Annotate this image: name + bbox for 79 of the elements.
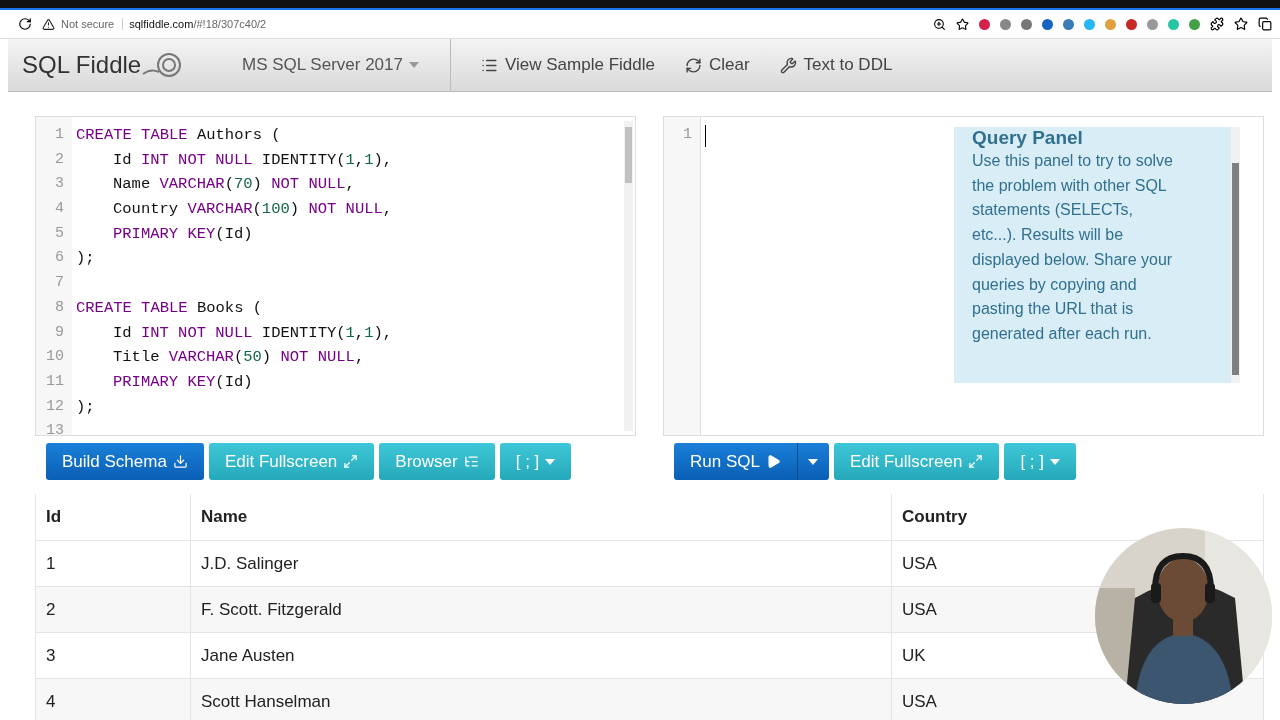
extension-icon[interactable]	[979, 18, 990, 30]
line-number: 12	[45, 396, 65, 417]
help-text: Use this panel to try to solve the problem with other SQL statements (SELECTs, etc...). Results will be displayed below. Share your queries by copying and pasting the URL that is generated after each run.	[972, 151, 1174, 344]
line-number: 3	[54, 174, 65, 195]
extension-icon[interactable]	[1042, 18, 1053, 30]
column-header: Id	[35, 494, 191, 541]
download-icon	[172, 454, 188, 469]
table-cell: 2	[35, 586, 191, 633]
extension-icon[interactable]	[1063, 18, 1074, 30]
code-line: Country VARCHAR(100) NOT NULL,	[113, 200, 393, 219]
caret-icon	[545, 458, 556, 465]
schema-editor[interactable]	[35, 116, 636, 436]
code-line: Id INT NOT NULL IDENTITY(1,1),	[113, 150, 393, 169]
primary-button[interactable]: Build Schema	[46, 443, 204, 480]
scrollbar[interactable]	[624, 121, 633, 431]
table-cell: 4	[35, 678, 191, 720]
zoom-icon[interactable]	[933, 17, 946, 31]
code-line: );	[76, 249, 95, 268]
tree-list-icon	[463, 454, 479, 469]
help-title: Query Panel	[972, 127, 1084, 149]
warning-icon	[42, 17, 55, 31]
dropdown-toggle[interactable]	[796, 443, 829, 480]
line-number: 13	[45, 421, 65, 435]
table-cell: F. Scott. Fitzgerald	[190, 586, 892, 633]
code-line: PRIMARY KEY(Id)	[113, 224, 253, 243]
code-line: PRIMARY KEY(Id)	[113, 372, 253, 391]
line-number: 4	[54, 199, 65, 220]
extension-icon[interactable]	[1147, 18, 1158, 30]
nav-link[interactable]: Clear	[684, 55, 750, 75]
url-text[interactable]: sqlfiddle.com/#!18/307c40/2	[129, 18, 267, 30]
code-line: );	[76, 397, 95, 416]
extension-icon[interactable]	[1126, 18, 1137, 30]
code-line: Id INT NOT NULL IDENTITY(1,1),	[113, 323, 393, 342]
column-header: Name	[190, 494, 892, 541]
line-number: 7	[54, 273, 65, 294]
table-cell: 3	[35, 632, 191, 679]
play-icon	[765, 454, 781, 469]
scrollbar[interactable]	[1231, 127, 1240, 383]
extensions-icon[interactable]	[1210, 17, 1224, 31]
code-line: Title VARCHAR(50) NOT NULL,	[113, 348, 365, 367]
text-cursor	[705, 125, 706, 147]
line-number: 9	[54, 322, 65, 343]
line-number: 2	[54, 149, 65, 170]
favorite-icon[interactable]	[956, 17, 969, 31]
extension-icon[interactable]	[1021, 18, 1032, 30]
line-number: 1	[54, 125, 65, 145]
refresh-icon	[684, 56, 702, 74]
snail-logo-icon	[141, 52, 184, 78]
table-cell: Jane Austen	[190, 632, 892, 679]
extension-icon[interactable]	[1189, 18, 1200, 30]
caret-icon	[1050, 458, 1060, 465]
table-cell: Scott Hanselman	[190, 678, 892, 720]
line-number: 8	[54, 297, 65, 318]
brand-title[interactable]: SQL Fiddle	[22, 51, 142, 79]
query-editor[interactable]	[663, 116, 1264, 436]
line-number: 10	[45, 347, 65, 368]
code-line: CREATE TABLE Authors (	[76, 126, 281, 144]
line-number: 1	[682, 125, 693, 145]
code-line: CREATE TABLE Books (	[76, 298, 263, 317]
wrench-icon	[779, 56, 797, 74]
caret-icon	[408, 62, 419, 68]
line-number: 5	[54, 223, 65, 244]
favorites-icon[interactable]	[1234, 17, 1248, 31]
database-select[interactable]: MS SQL Server 2017	[226, 39, 451, 91]
table-cell: 1	[35, 540, 191, 587]
extension-icon[interactable]	[1000, 18, 1011, 30]
line-number: 11	[45, 371, 65, 392]
nav-link[interactable]: Text to DDL	[779, 55, 893, 75]
primary-button[interactable]: Run SQL	[674, 443, 797, 480]
expand-icon	[343, 454, 359, 469]
expand-icon	[968, 454, 984, 469]
line-number: 6	[54, 248, 65, 269]
security-label[interactable]: Not secure	[61, 18, 124, 30]
nav-link[interactable]: View Sample Fiddle	[481, 55, 655, 75]
collections-icon[interactable]	[1258, 17, 1272, 31]
reload-icon[interactable]	[18, 17, 32, 31]
caret-icon	[808, 458, 819, 465]
table-cell: J.D. Salinger	[190, 540, 892, 587]
code-line: Name VARCHAR(70) NOT NULL,	[113, 175, 355, 194]
